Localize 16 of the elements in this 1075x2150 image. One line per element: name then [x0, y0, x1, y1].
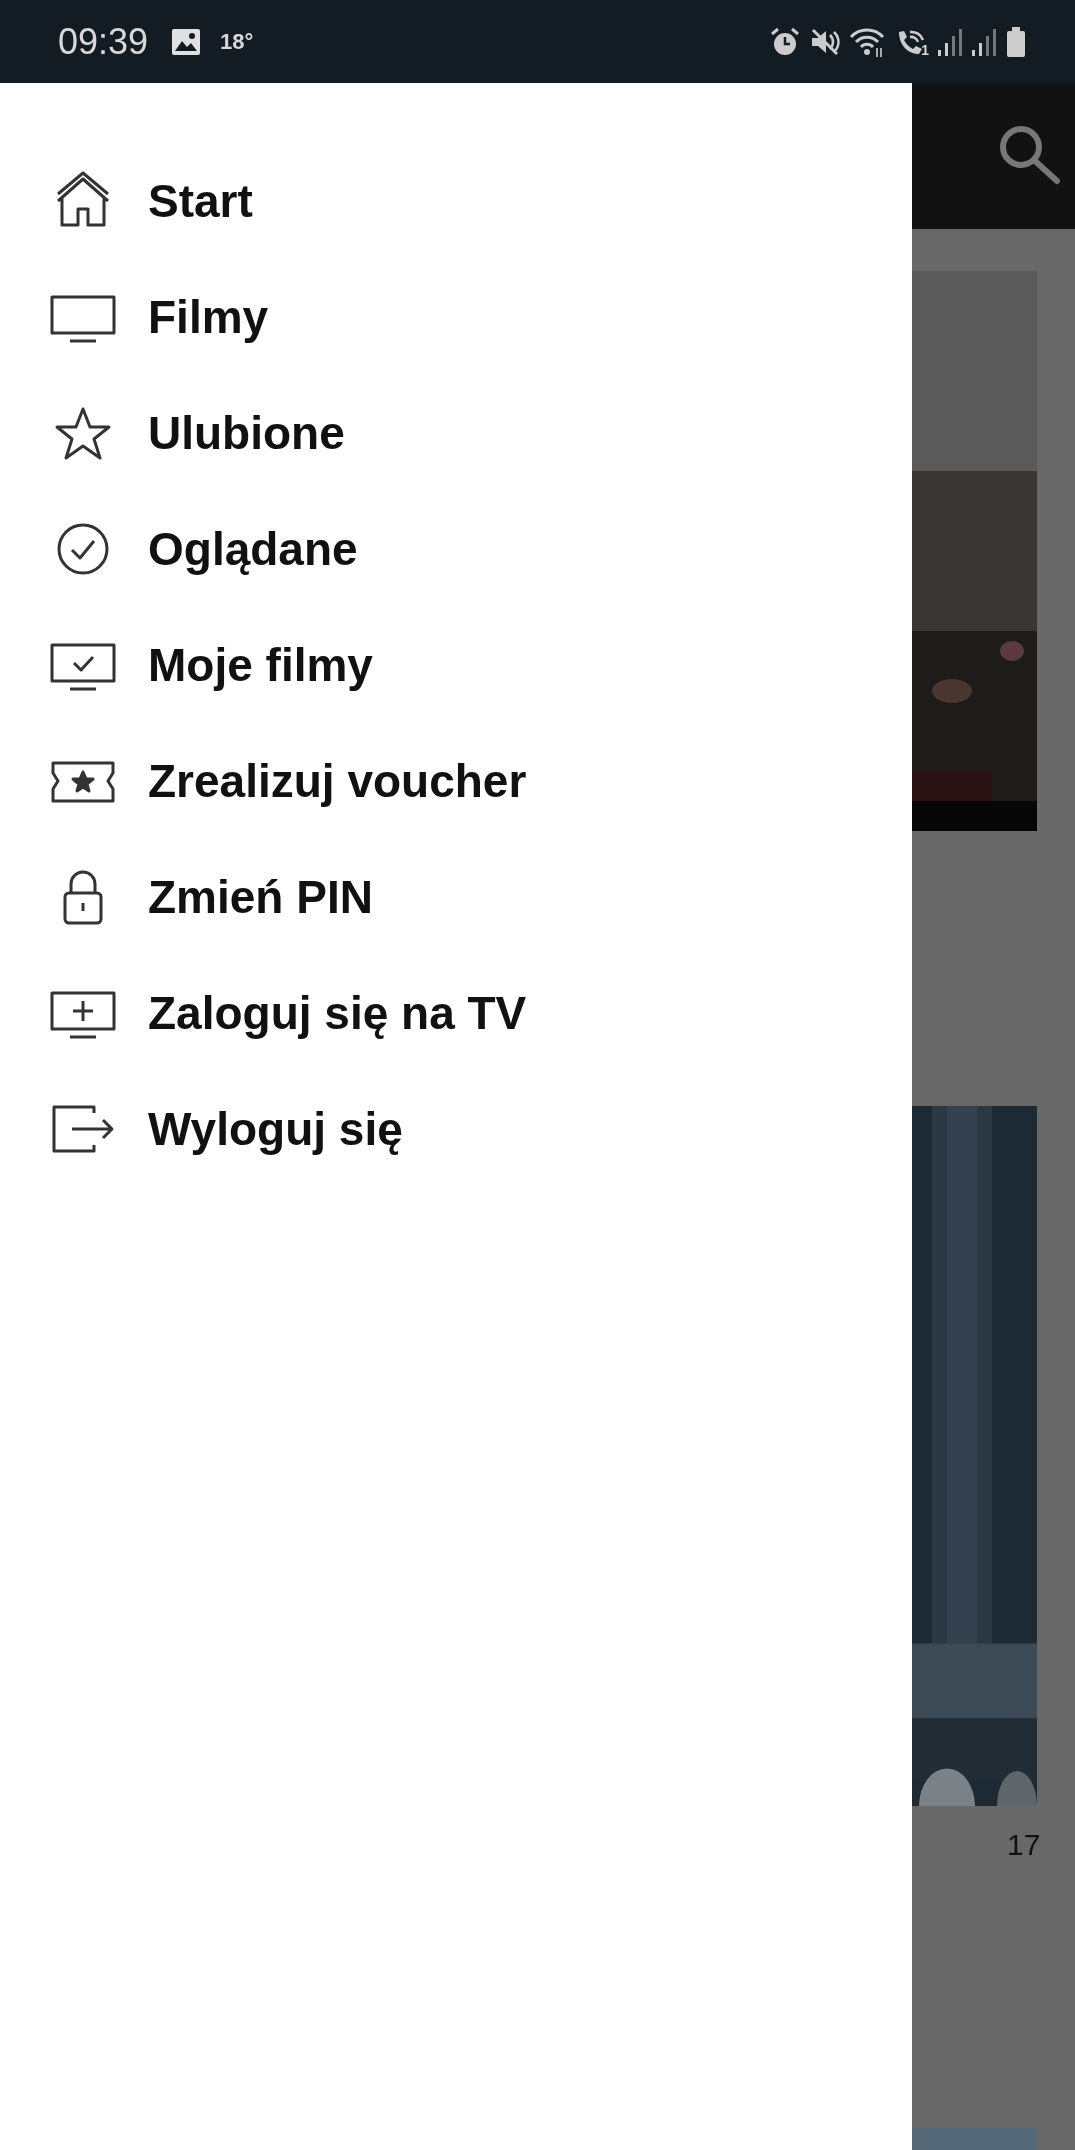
temperature: 18°: [220, 28, 254, 55]
menu-item[interactable]: Oglądane: [0, 491, 912, 607]
menu-item[interactable]: Wyloguj się: [0, 1071, 912, 1187]
menu-item[interactable]: Zrealizuj voucher: [0, 723, 912, 839]
card-label: 17: [1007, 1828, 1041, 1862]
alarm-icon: [769, 25, 802, 58]
menu-item[interactable]: Start: [0, 143, 912, 259]
clock: 09:39: [58, 20, 149, 63]
menu-item[interactable]: Zmień PIN: [0, 839, 912, 955]
menu-item[interactable]: Moje filmy: [0, 607, 912, 723]
image-icon: [170, 26, 203, 57]
menu-item[interactable]: Zaloguj się na TV: [0, 955, 912, 1071]
sim-number: 1: [921, 41, 929, 58]
battery-icon: [1005, 25, 1027, 58]
menu-item[interactable]: Filmy: [0, 259, 912, 375]
menu-item[interactable]: Ulubione: [0, 375, 912, 491]
